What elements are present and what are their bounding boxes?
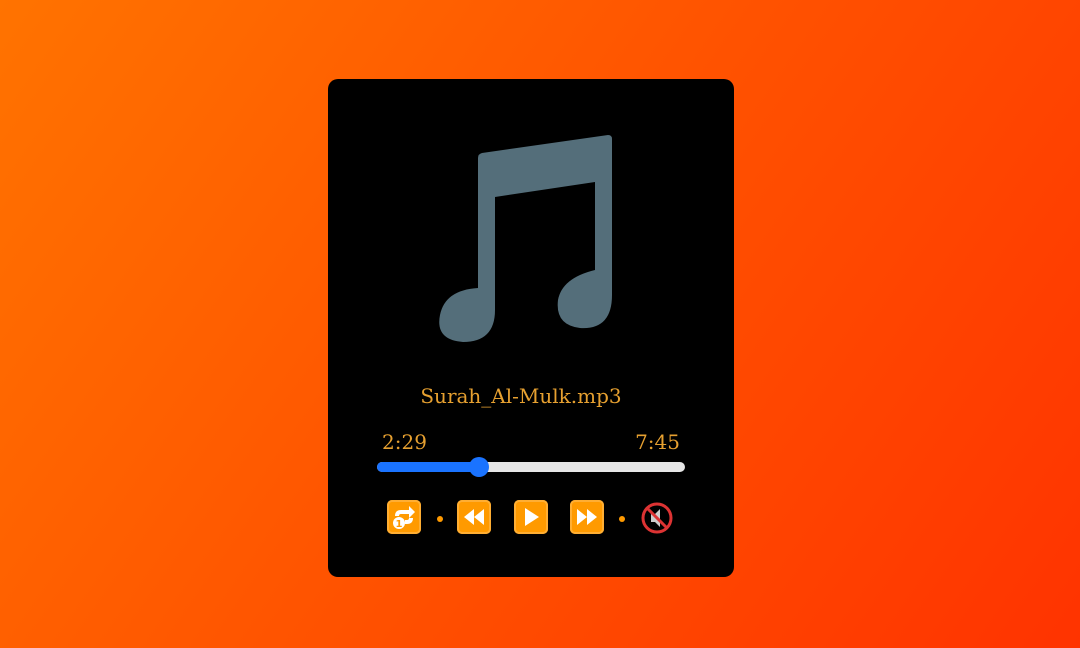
mute-button[interactable] — [640, 501, 674, 535]
repeat-one-icon: 1 — [393, 506, 415, 530]
seek-progress — [377, 462, 479, 472]
rewind-icon — [464, 509, 484, 525]
seek-thumb[interactable] — [468, 457, 489, 477]
play-button[interactable] — [514, 500, 548, 534]
current-time: 2:29 — [382, 430, 427, 454]
track-title: Surah_Al-Mulk.mp3 — [420, 384, 622, 408]
separator-dot — [437, 516, 443, 522]
play-icon — [525, 508, 539, 526]
repeat-button[interactable]: 1 — [387, 500, 421, 534]
duration: 7:45 — [635, 430, 680, 454]
music-note-icon — [439, 135, 612, 342]
separator-dot — [619, 516, 625, 522]
seek-slider[interactable] — [377, 457, 685, 477]
fast-forward-icon — [577, 509, 597, 525]
fast-forward-button[interactable] — [570, 500, 604, 534]
svg-text:1: 1 — [396, 519, 403, 530]
rewind-button[interactable] — [457, 500, 491, 534]
